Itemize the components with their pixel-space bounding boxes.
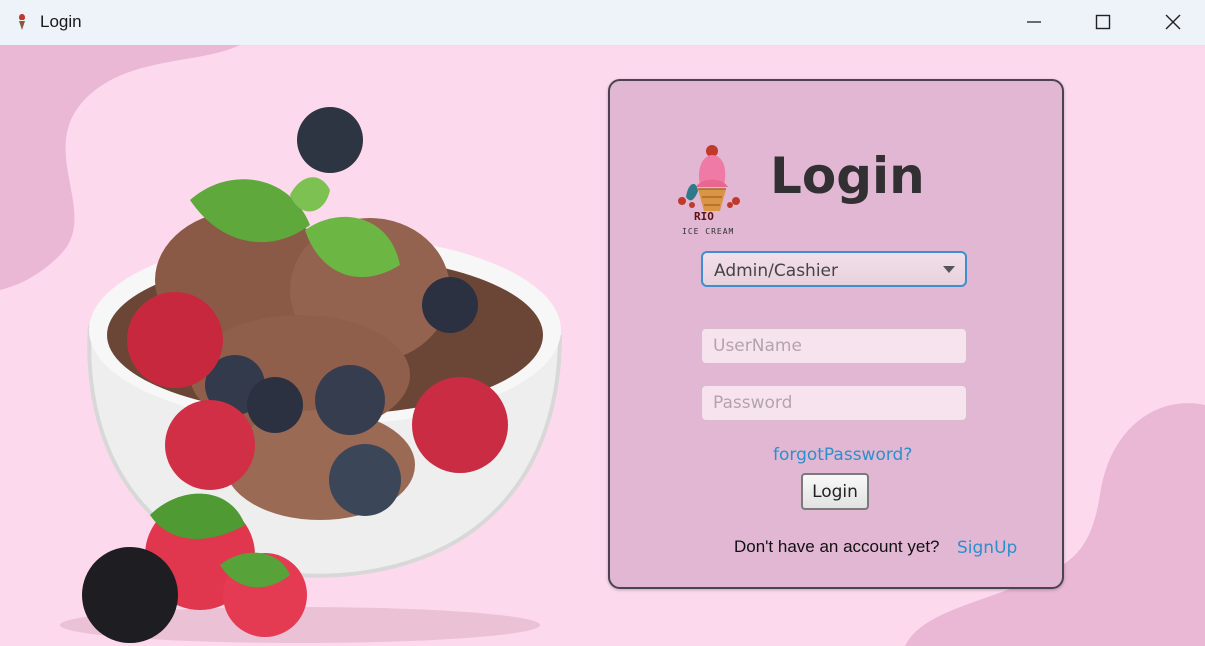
role-select-value: Admin/Cashier — [714, 261, 838, 281]
logo-subtext: ICE CREAM — [682, 227, 735, 236]
window-title: Login — [40, 12, 82, 31]
ice-cream-app-icon — [18, 14, 26, 30]
forgot-password-link[interactable]: forgotPassword? — [773, 445, 912, 465]
close-button[interactable] — [1143, 0, 1203, 45]
dropdown-arrow-icon — [943, 266, 955, 273]
login-heading: Login — [770, 147, 925, 205]
minimize-icon — [1027, 21, 1041, 23]
signup-link[interactable]: SignUp — [957, 538, 1017, 558]
username-input[interactable] — [701, 328, 967, 364]
content-area: RIO ICE CREAM Login Admin/Cashier forgot… — [0, 45, 1205, 646]
ice-cream-bowl-image — [60, 107, 562, 643]
logo-text: RIO — [694, 210, 714, 223]
login-card: RIO ICE CREAM Login Admin/Cashier forgot… — [608, 79, 1064, 589]
maximize-button[interactable] — [1073, 0, 1133, 45]
close-icon — [1165, 14, 1181, 30]
role-select[interactable]: Admin/Cashier — [701, 251, 967, 287]
login-button[interactable]: Login — [801, 473, 869, 510]
maximize-icon — [1095, 14, 1111, 30]
no-account-text: Don't have an account yet? — [734, 537, 940, 556]
title-bar: Login — [0, 0, 1205, 46]
minimize-button[interactable] — [1004, 0, 1064, 45]
password-input[interactable] — [701, 385, 967, 421]
